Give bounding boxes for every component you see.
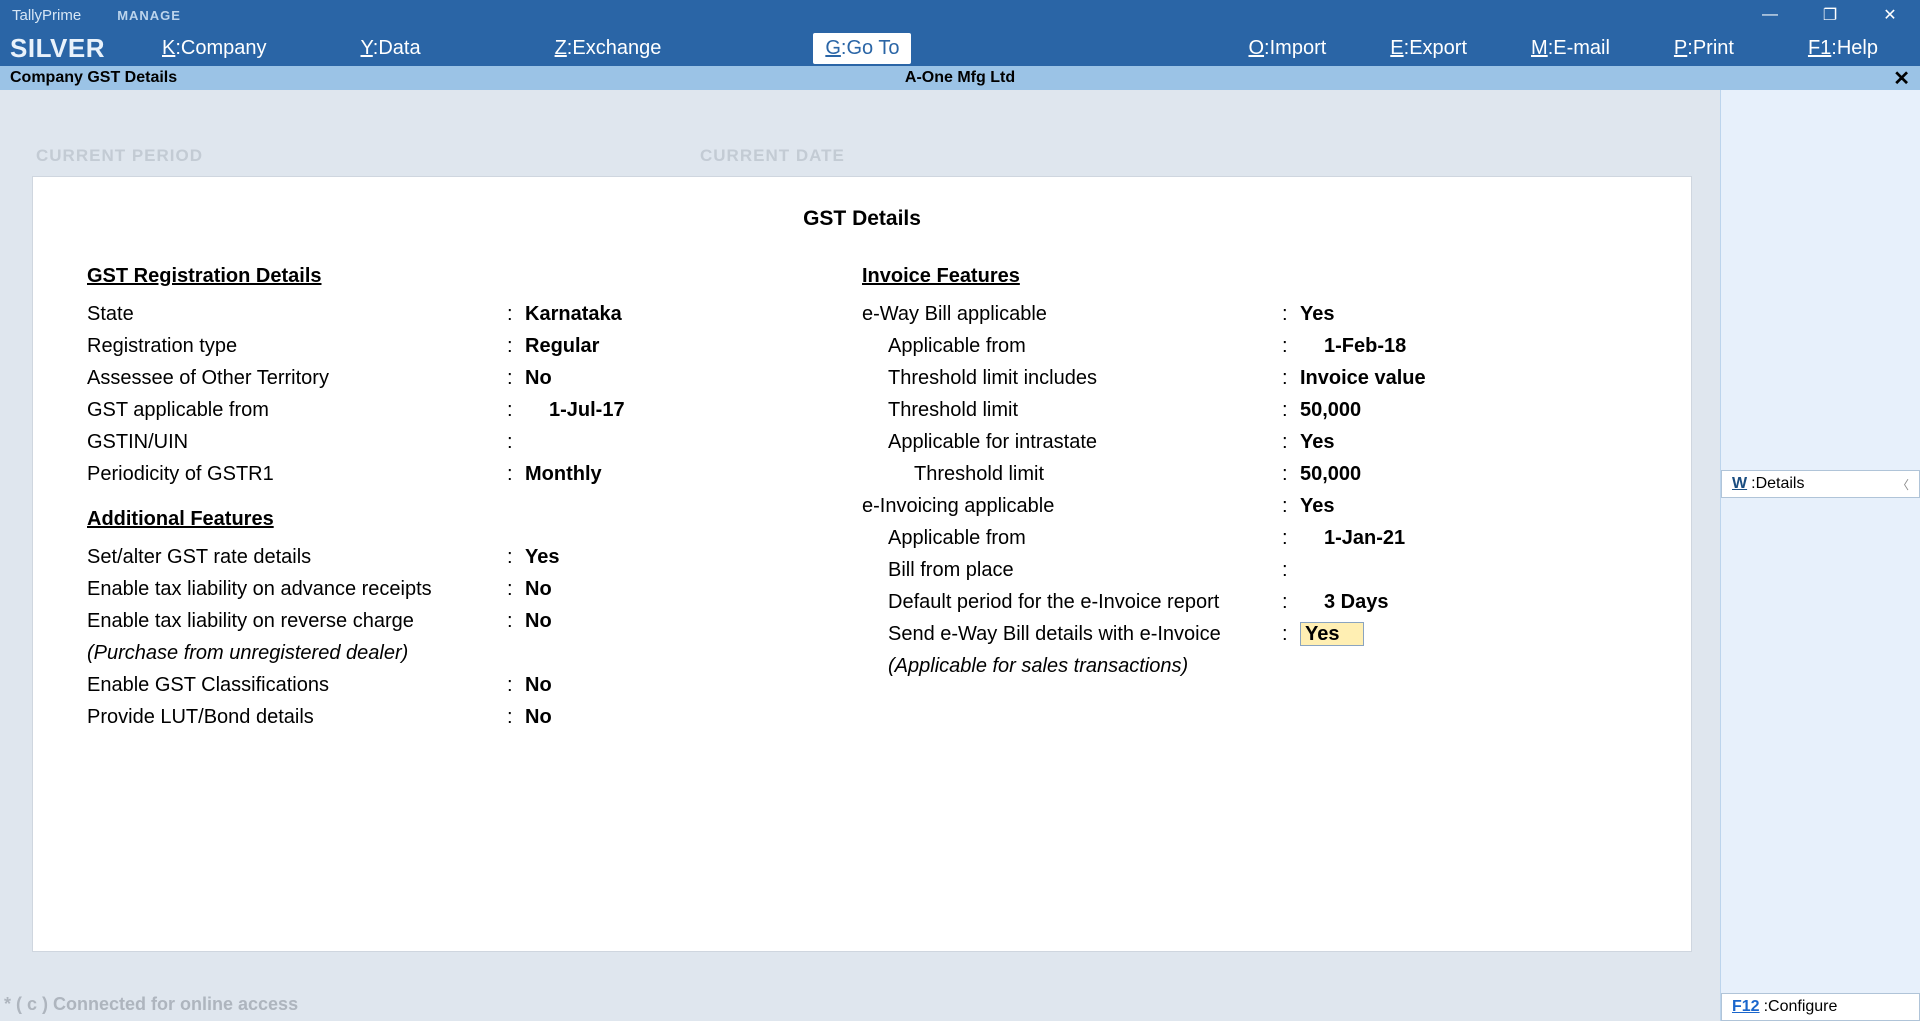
- label-einv: e-Invoicing applicable: [862, 490, 1282, 522]
- bg-period-label: CURRENT PERIOD: [36, 146, 203, 166]
- configure-label: Configure: [1768, 998, 1837, 1016]
- value-einv[interactable]: Yes: [1300, 490, 1334, 522]
- menu-export[interactable]: E:Export: [1378, 33, 1479, 64]
- value-classifications[interactable]: No: [525, 669, 552, 701]
- menu-email[interactable]: M:E-mail: [1519, 33, 1622, 64]
- label-advance: Enable tax liability on advance receipts: [87, 573, 507, 605]
- close-window-icon[interactable]: ✕: [1860, 0, 1920, 30]
- maximize-icon[interactable]: ❐: [1800, 0, 1860, 30]
- status-bar: * ( c ) Connected for online access: [0, 988, 302, 1021]
- value-periodicity[interactable]: Monthly: [525, 458, 602, 490]
- value-reverse[interactable]: No: [525, 605, 552, 637]
- value-lut[interactable]: No: [525, 701, 552, 733]
- menu-bar: SILVER K:Company Y:Data Z:Exchange G:Go …: [0, 30, 1920, 66]
- label-eway: e-Way Bill applicable: [862, 298, 1282, 330]
- company-name: A-One Mfg Ltd: [905, 69, 1015, 87]
- menu-import[interactable]: O:Import: [1236, 33, 1338, 64]
- value-regtype[interactable]: Regular: [525, 330, 599, 362]
- close-icon[interactable]: ✕: [1893, 66, 1920, 91]
- label-rate: Set/alter GST rate details: [87, 541, 507, 573]
- menu-help[interactable]: F1:Help: [1796, 33, 1890, 64]
- section-additional: Additional Features: [87, 508, 862, 531]
- minimize-icon[interactable]: —: [1740, 0, 1800, 30]
- label-sendeway: Send e-Way Bill details with e-Invoice: [862, 618, 1282, 650]
- label-assessee: Assessee of Other Territory: [87, 362, 507, 394]
- value-eway-from[interactable]: 1-Feb-18: [1300, 330, 1406, 362]
- value-thresh-inc[interactable]: Invoice value: [1300, 362, 1426, 394]
- label-billfrom: Bill from place: [862, 554, 1282, 586]
- details-label: Details: [1756, 475, 1805, 493]
- configure-button[interactable]: F12:Configure: [1721, 993, 1920, 1021]
- label-intra-thresh: Threshold limit: [862, 458, 1282, 490]
- note-sendeway: (Applicable for sales transactions): [862, 650, 1282, 682]
- value-appfrom[interactable]: 1-Jul-17: [525, 394, 625, 426]
- label-intra: Applicable for intrastate: [862, 426, 1282, 458]
- value-intra-thresh[interactable]: 50,000: [1300, 458, 1361, 490]
- menu-goto[interactable]: G:Go To: [813, 33, 911, 64]
- manage-menu[interactable]: MANAGE: [117, 8, 181, 23]
- value-rate[interactable]: Yes: [525, 541, 559, 573]
- form-title: GST Details: [87, 207, 1637, 231]
- label-appfrom: GST applicable from: [87, 394, 507, 426]
- value-eway[interactable]: Yes: [1300, 298, 1334, 330]
- value-intra[interactable]: Yes: [1300, 426, 1334, 458]
- menu-exchange[interactable]: Z:Exchange: [543, 33, 674, 64]
- menu-data[interactable]: Y:Data: [349, 33, 433, 64]
- context-bar: Company GST Details A-One Mfg Ltd ✕: [0, 66, 1920, 90]
- details-button[interactable]: W:Details 〈: [1721, 470, 1920, 498]
- value-state[interactable]: Karnataka: [525, 298, 622, 330]
- label-reverse: Enable tax liability on reverse charge: [87, 605, 507, 637]
- menu-company[interactable]: K:Company: [150, 33, 279, 64]
- label-regtype: Registration type: [87, 330, 507, 362]
- label-gstin: GSTIN/UIN: [87, 426, 507, 458]
- label-defper: Default period for the e-Invoice report: [862, 586, 1282, 618]
- gst-details-form: GST Details GST Registration Details Sta…: [32, 176, 1692, 952]
- value-thresh[interactable]: 50,000: [1300, 394, 1361, 426]
- value-einv-from[interactable]: 1-Jan-21: [1300, 522, 1405, 554]
- menu-print[interactable]: P:Print: [1662, 33, 1746, 64]
- section-registration: GST Registration Details: [87, 265, 862, 288]
- value-assessee[interactable]: No: [525, 362, 552, 394]
- label-periodicity: Periodicity of GSTR1: [87, 458, 507, 490]
- label-lut: Provide LUT/Bond details: [87, 701, 507, 733]
- note-reverse: (Purchase from unregistered dealer): [87, 637, 507, 669]
- title-bar: TallyPrime MANAGE — ❐ ✕: [0, 0, 1920, 30]
- value-advance[interactable]: No: [525, 573, 552, 605]
- bg-date-label: CURRENT DATE: [700, 146, 845, 166]
- label-classifications: Enable GST Classifications: [87, 669, 507, 701]
- app-name: TallyPrime: [0, 7, 81, 24]
- chevron-left-icon: 〈: [1897, 476, 1909, 493]
- value-defper[interactable]: 3 Days: [1300, 586, 1389, 618]
- label-thresh: Threshold limit: [862, 394, 1282, 426]
- label-eway-from: Applicable from: [862, 330, 1282, 362]
- label-thresh-inc: Threshold limit includes: [862, 362, 1282, 394]
- right-panel: W:Details 〈 F12:Configure: [1720, 90, 1920, 1021]
- section-invoice: Invoice Features: [862, 265, 1637, 288]
- edition-label: SILVER: [0, 33, 140, 64]
- value-sendeway[interactable]: Yes: [1300, 622, 1364, 646]
- label-state: State: [87, 298, 507, 330]
- screen-title: Company GST Details: [0, 69, 177, 87]
- workspace: CURRENT PERIOD CURRENT DATE GST Details …: [0, 90, 1920, 1021]
- label-einv-from: Applicable from: [862, 522, 1282, 554]
